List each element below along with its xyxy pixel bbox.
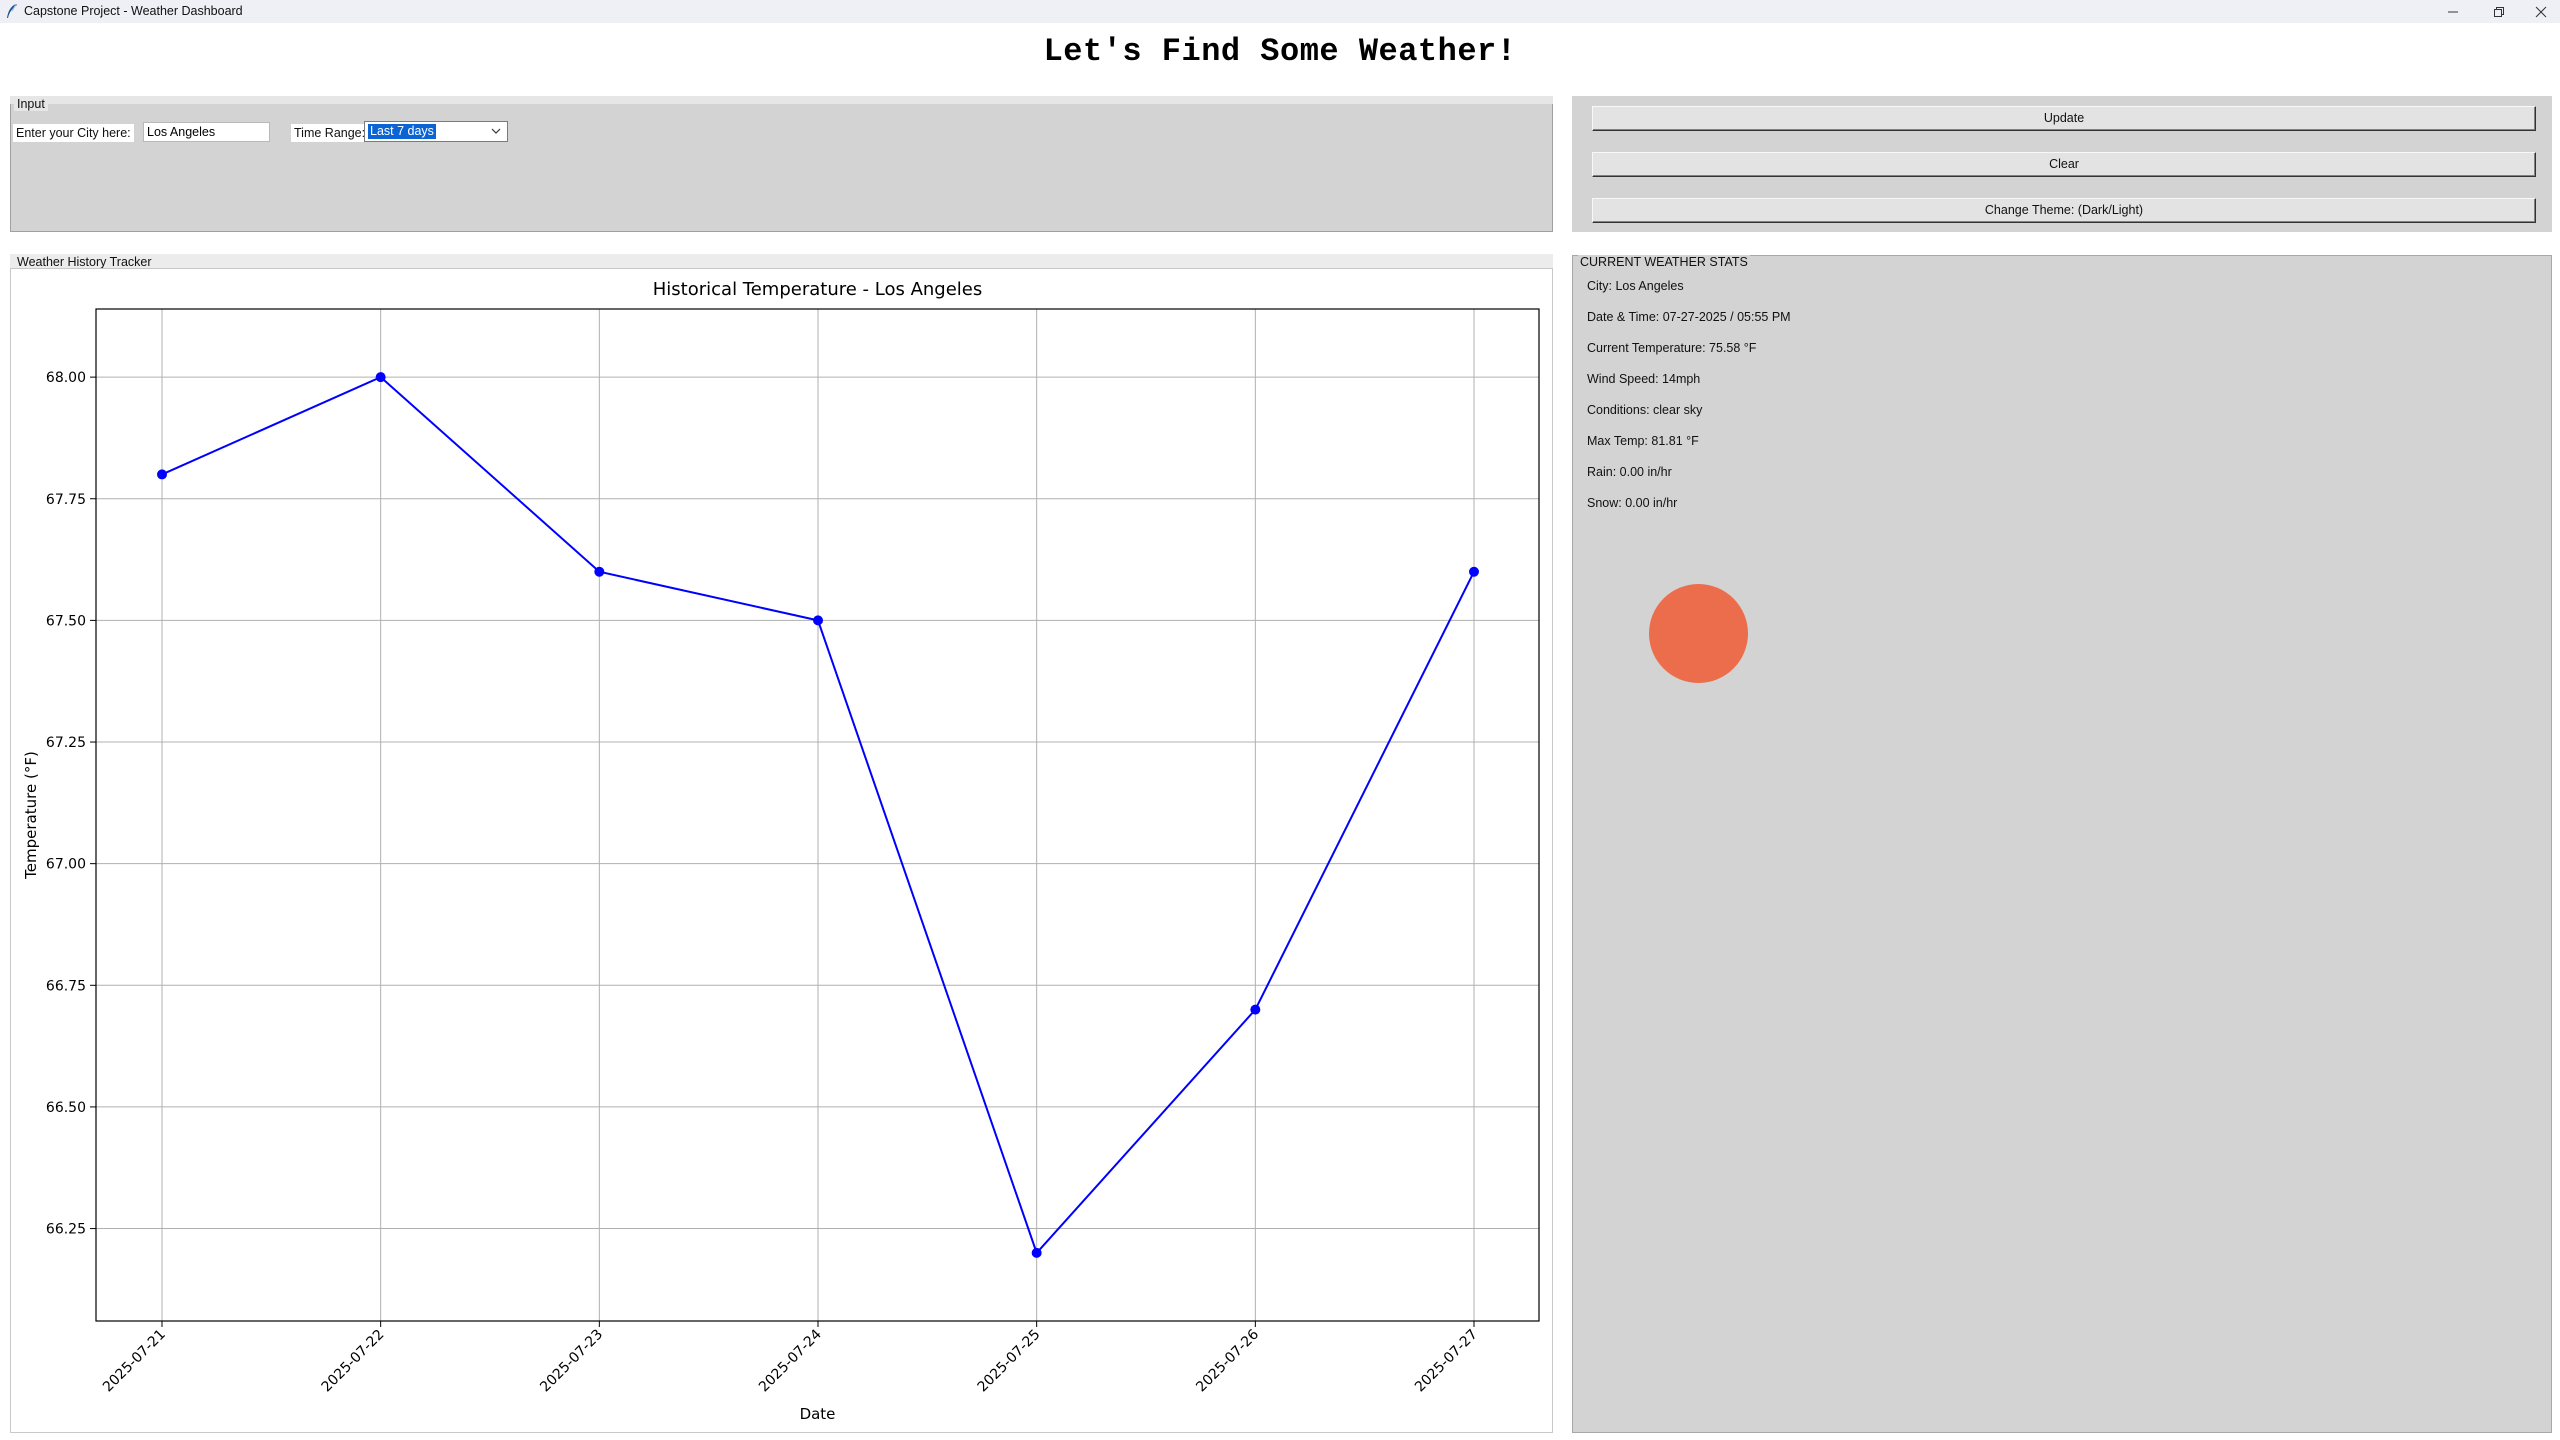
x-tick-label: 2025-07-26 xyxy=(1193,1326,1262,1395)
stat-max-temp: Max Temp: 81.81 °F xyxy=(1587,434,1699,448)
stats-panel-label: CURRENT WEATHER STATS xyxy=(1578,255,1750,269)
city-input[interactable]: Los Angeles xyxy=(143,122,270,142)
data-point xyxy=(1250,1004,1261,1015)
restore-button[interactable] xyxy=(2476,0,2522,23)
stats-panel xyxy=(1572,255,2552,1433)
restore-icon xyxy=(2494,6,2504,17)
history-panel-label: Weather History Tracker xyxy=(17,255,152,269)
x-tick-label: 2025-07-21 xyxy=(100,1327,169,1396)
data-point xyxy=(1469,566,1479,577)
close-button[interactable] xyxy=(2518,0,2560,23)
x-tick-label: 2025-07-25 xyxy=(975,1327,1044,1396)
minimize-icon xyxy=(2448,11,2458,12)
data-point xyxy=(594,566,605,577)
y-axis-label: Temperature (°F) xyxy=(22,751,40,880)
change-theme-button[interactable]: Change Theme: (Dark/Light) xyxy=(1592,198,2536,223)
stat-city: City: Los Angeles xyxy=(1587,279,1684,293)
y-tick-label: 67.50 xyxy=(46,613,86,629)
input-panel-header xyxy=(10,96,1553,104)
stat-current-temperature: Current Temperature: 75.58 °F xyxy=(1587,341,1757,355)
x-tick-label: 2025-07-22 xyxy=(319,1327,388,1396)
city-label: Enter your City here: xyxy=(13,124,134,142)
window-title: Capstone Project - Weather Dashboard xyxy=(24,4,243,18)
y-tick-label: 67.25 xyxy=(46,735,86,751)
stat-datetime: Date & Time: 07-27-2025 / 05:55 PM xyxy=(1587,310,1791,324)
feather-app-icon xyxy=(7,3,17,18)
sun-icon xyxy=(1649,584,1748,683)
y-tick-label: 66.25 xyxy=(46,1222,86,1238)
input-panel-label: Input xyxy=(14,97,48,111)
history-chart-panel: Historical Temperature - Los Angeles 66.2… xyxy=(10,268,1553,1433)
minimize-button[interactable] xyxy=(2430,0,2476,23)
close-icon xyxy=(2535,6,2547,17)
y-tick-label: 68.00 xyxy=(46,370,86,386)
data-point xyxy=(1031,1247,1042,1258)
clear-button[interactable]: Clear xyxy=(1592,152,2536,177)
stat-snow: Snow: 0.00 in/hr xyxy=(1587,496,1678,510)
time-range-value: Last 7 days xyxy=(368,124,436,139)
stat-conditions: Conditions: clear sky xyxy=(1587,403,1703,417)
y-tick-label: 67.75 xyxy=(46,492,86,508)
stat-wind-speed: Wind Speed: 14mph xyxy=(1587,372,1701,386)
title-bar xyxy=(0,0,2560,23)
update-button[interactable]: Update xyxy=(1592,106,2536,131)
x-tick-label: 2025-07-24 xyxy=(756,1326,825,1395)
stat-rain: Rain: 0.00 in/hr xyxy=(1587,465,1672,479)
y-tick-label: 67.00 xyxy=(46,857,86,873)
data-point xyxy=(375,372,386,383)
x-tick-label: 2025-07-27 xyxy=(1412,1327,1481,1396)
time-range-select[interactable]: Last 7 days xyxy=(364,121,508,142)
x-tick-label: 2025-07-23 xyxy=(537,1327,606,1396)
time-range-label: Time Range: xyxy=(291,124,369,142)
history-panel-header xyxy=(10,254,1553,269)
y-tick-label: 66.75 xyxy=(46,978,86,994)
chart-title: Historical Temperature - Los Angeles xyxy=(653,279,983,300)
temperature-chart: Historical Temperature - Los Angeles 66.2… xyxy=(22,279,1540,1423)
x-axis-label: Date xyxy=(800,1405,836,1423)
data-point xyxy=(157,469,167,480)
y-tick-label: 66.50 xyxy=(46,1100,86,1116)
page-title: Let's Find Some Weather! xyxy=(1043,33,1517,70)
chevron-down-icon xyxy=(491,128,501,134)
data-point xyxy=(813,615,823,626)
